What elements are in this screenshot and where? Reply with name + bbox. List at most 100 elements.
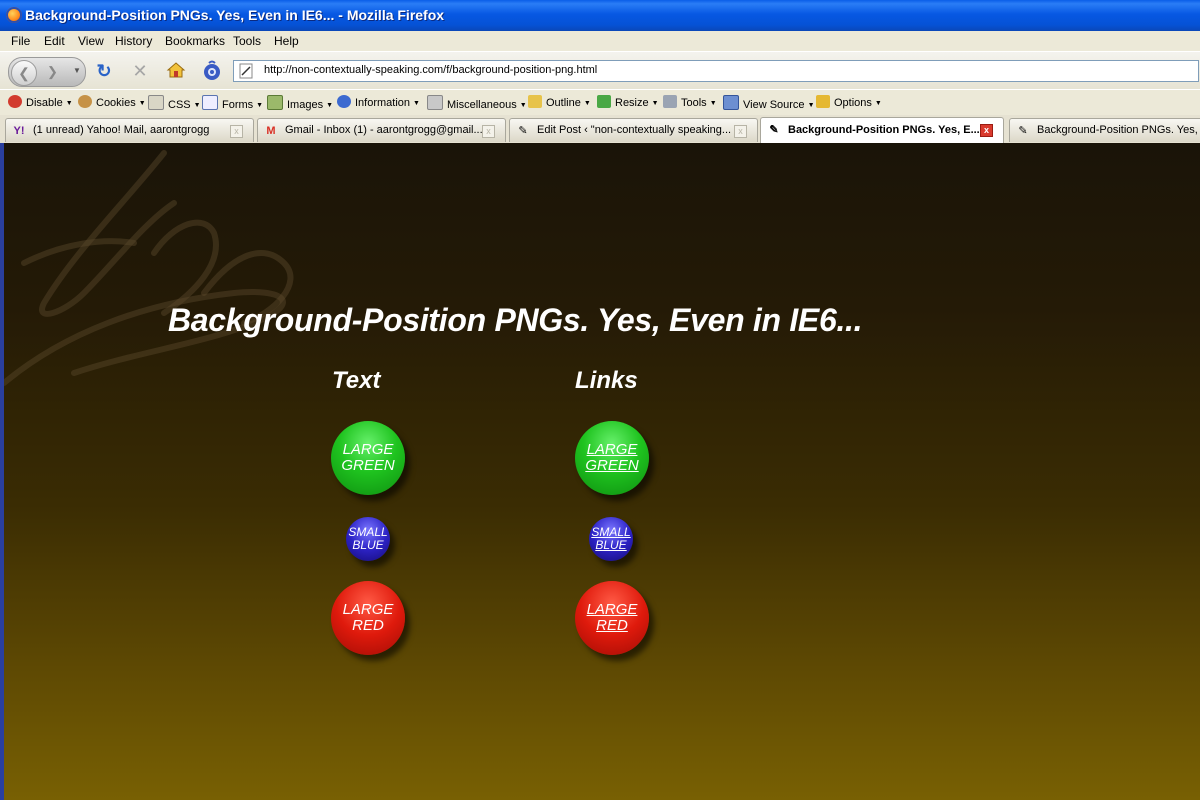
tab-label: Edit Post ‹ "non-contextually speaking..… — [537, 124, 732, 136]
dev-tools-label: Tools — [681, 97, 707, 109]
dev-tools-menu[interactable]: Tools ▼ — [663, 95, 717, 109]
window-title-bar: Background-Position PNGs. Yes, Even in I… — [0, 0, 1200, 31]
text-large-red-button: LARGE RED — [331, 581, 405, 655]
dev-outline-menu[interactable]: Outline ▼ — [528, 95, 591, 109]
dev-css-label: CSS — [168, 99, 191, 111]
firefox-icon — [6, 7, 22, 23]
menu-bar: File Edit View History Bookmarks Tools H… — [0, 31, 1200, 51]
dev-information-label: Information — [355, 97, 411, 109]
resize-icon — [597, 95, 611, 108]
menu-help[interactable]: Help — [274, 34, 299, 48]
back-forward-group: ❮ ❯ ▼ — [8, 57, 86, 87]
ball-link-label[interactable]: LARGE — [587, 602, 638, 618]
ball-link-label[interactable]: RED — [587, 618, 638, 634]
tab-background-position-active[interactable]: ✎ Background-Position PNGs. Yes, E... x — [760, 117, 1004, 143]
web-developer-toolbar: Disable ▼ Cookies ▼ CSS ▼ Forms ▼ Images ▼ In… — [0, 89, 1200, 116]
dev-cookies-label: Cookies — [96, 97, 136, 109]
dev-outline-label: Outline — [546, 97, 581, 109]
css-icon — [148, 95, 164, 110]
dev-cookies-menu[interactable]: Cookies ▼ — [78, 95, 146, 109]
tab-label: Gmail - Inbox (1) - aarontgrogg@gmail...… — [285, 124, 486, 136]
link-small-blue-button[interactable]: SMALL BLUE — [589, 517, 633, 561]
yahoo-icon: Y! — [13, 125, 25, 137]
images-icon — [267, 95, 283, 110]
address-url[interactable]: http://non-contextually-speaking.com/f/b… — [264, 64, 597, 76]
menu-bookmarks[interactable]: Bookmarks — [165, 34, 225, 48]
text-large-green-button: LARGE GREEN — [331, 421, 405, 495]
dev-miscellaneous-label: Miscellaneous — [447, 99, 517, 111]
tab-bar: Y! (1 unread) Yahoo! Mail, aarontgrogg x… — [0, 115, 1200, 144]
close-tab-icon[interactable]: x — [734, 125, 747, 138]
window-title: Background-Position PNGs. Yes, Even in I… — [25, 7, 445, 23]
dev-forms-label: Forms — [222, 99, 254, 111]
reload-icon[interactable]: ↻ — [93, 60, 115, 82]
tab-label: Background-Position PNGs. Yes, Ev — [1037, 124, 1200, 136]
menu-view[interactable]: View — [78, 34, 104, 48]
dev-disable-label: Disable — [26, 97, 63, 109]
close-tab-icon[interactable]: x — [482, 125, 495, 138]
miscellaneous-icon — [427, 95, 443, 110]
tab-background-position[interactable]: ✎ Background-Position PNGs. Yes, Ev — [1009, 118, 1200, 142]
view-source-icon — [723, 95, 739, 110]
page-icon — [239, 63, 253, 79]
close-tab-icon[interactable]: x — [980, 124, 993, 137]
menu-edit[interactable]: Edit — [44, 34, 65, 48]
links-column-heading: Links — [575, 367, 638, 394]
tab-yahoo-mail[interactable]: Y! (1 unread) Yahoo! Mail, aarontgrogg x — [5, 118, 254, 142]
tab-edit-post[interactable]: ✎ Edit Post ‹ "non-contextually speaking… — [509, 118, 758, 142]
ball-label: LARGE — [342, 601, 394, 619]
stop-icon[interactable]: ✕ — [129, 60, 151, 82]
tab-label: (1 unread) Yahoo! Mail, aarontgrogg — [33, 124, 210, 136]
dev-resize-label: Resize — [615, 97, 649, 109]
key-icon — [816, 95, 830, 108]
dev-view-source-label: View Source — [743, 99, 805, 111]
ball-link-label[interactable]: BLUE — [591, 539, 630, 552]
link-large-red-button[interactable]: LARGE RED — [575, 581, 649, 655]
menu-file[interactable]: File — [11, 34, 30, 48]
text-small-blue-button: SMALL BLUE — [346, 517, 390, 561]
navigation-toolbar: ❮ ❯ ▼ ↻ ✕ http://non-contextually-speaki… — [0, 51, 1200, 90]
dev-information-menu[interactable]: Information ▼ — [337, 95, 420, 109]
forward-button[interactable]: ❯ — [47, 64, 58, 80]
greasemonkey-icon[interactable] — [201, 60, 223, 82]
close-tab-icon[interactable]: x — [230, 125, 243, 138]
dev-options-label: Options — [834, 97, 872, 109]
dev-view-source-menu[interactable]: View Source ▼ — [723, 95, 815, 111]
page-content: Background-Position PNGs. Yes, Even in I… — [4, 143, 1200, 800]
ball-link-label[interactable]: LARGE — [585, 442, 638, 458]
page-icon: ✎ — [518, 125, 528, 137]
back-button[interactable]: ❮ — [11, 60, 37, 86]
page-icon: ✎ — [769, 124, 779, 136]
dev-disable-menu[interactable]: Disable ▼ — [8, 95, 73, 109]
cookies-icon — [78, 95, 92, 108]
page-icon: ✎ — [1018, 125, 1028, 137]
disable-icon — [8, 95, 22, 108]
ball-link-label[interactable]: GREEN — [585, 458, 638, 474]
dev-css-menu[interactable]: CSS ▼ — [148, 95, 201, 111]
address-bar[interactable]: http://non-contextually-speaking.com/f/b… — [233, 60, 1199, 82]
menu-history[interactable]: History — [115, 34, 152, 48]
gmail-icon: M — [266, 125, 276, 137]
page-heading: Background-Position PNGs. Yes, Even in I… — [168, 302, 863, 338]
outline-icon — [528, 95, 542, 108]
tab-label: Background-Position PNGs. Yes, E... — [788, 124, 980, 136]
dev-images-menu[interactable]: Images ▼ — [267, 95, 333, 111]
link-large-green-button[interactable]: LARGE GREEN — [575, 421, 649, 495]
dev-forms-menu[interactable]: Forms ▼ — [202, 95, 263, 111]
forms-icon — [202, 95, 218, 110]
ball-label: LARGE — [342, 441, 394, 459]
ball-label: GREEN — [341, 457, 395, 474]
ball-label: RED — [352, 617, 384, 634]
signature-watermark — [4, 150, 294, 386]
home-icon[interactable] — [165, 60, 187, 82]
dev-images-label: Images — [287, 99, 324, 111]
menu-tools[interactable]: Tools — [233, 34, 261, 48]
dev-resize-menu[interactable]: Resize ▼ — [597, 95, 659, 109]
wrench-icon — [663, 95, 677, 108]
dev-options-menu[interactable]: Options ▼ — [816, 95, 882, 109]
history-dropdown-icon[interactable]: ▼ — [73, 66, 81, 75]
text-column-heading: Text — [332, 367, 381, 394]
dev-miscellaneous-menu[interactable]: Miscellaneous ▼ — [427, 95, 527, 111]
tab-gmail[interactable]: M Gmail - Inbox (1) - aarontgrogg@gmail.… — [257, 118, 506, 142]
ball-label: BLUE — [352, 538, 384, 552]
